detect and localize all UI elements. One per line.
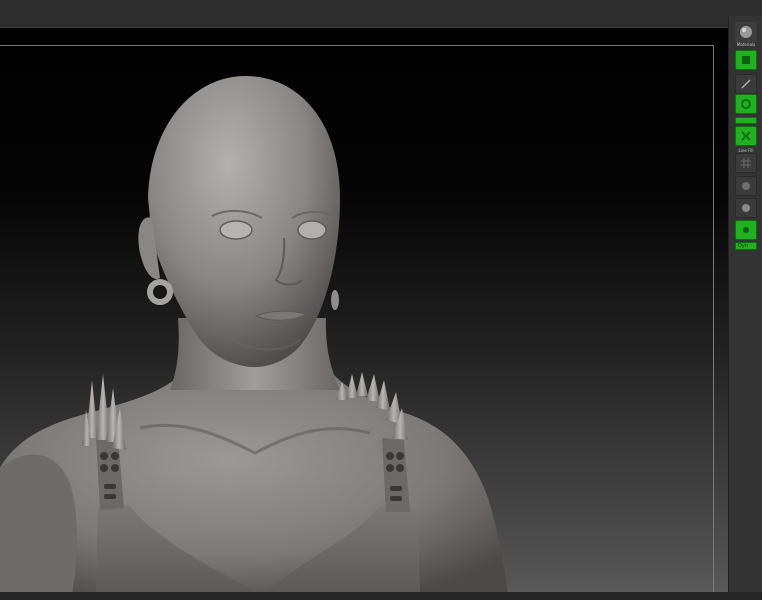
ear-gauge — [147, 279, 173, 305]
transparency-icon — [742, 182, 750, 190]
gizmo-tool[interactable] — [735, 94, 757, 114]
mode-indicator[interactable] — [735, 117, 757, 124]
draw-tool[interactable] — [735, 74, 757, 94]
left-spikes — [82, 374, 126, 450]
grid-icon — [741, 158, 751, 168]
torso — [0, 370, 508, 594]
edit-icon — [742, 56, 750, 64]
ghost-button[interactable] — [735, 198, 757, 218]
bottom-strip — [0, 592, 762, 600]
brush-icon — [741, 79, 751, 89]
line-fill-button[interactable] — [735, 153, 757, 173]
transp-tool[interactable] — [735, 176, 757, 196]
scale-tool[interactable] — [735, 126, 757, 146]
dyn-label: Dyn — [738, 243, 748, 249]
scale-icon — [741, 131, 751, 141]
dyn-button[interactable]: Dyn — [735, 242, 757, 250]
left-arm — [0, 454, 77, 594]
gizmo-button[interactable] — [735, 94, 757, 114]
right-shelf: Materials Line Fill Dyn — [728, 16, 762, 600]
solo-button[interactable] — [735, 220, 757, 240]
ghost-tool[interactable] — [735, 198, 757, 218]
draw-button[interactable] — [735, 74, 757, 94]
transp-button[interactable] — [735, 176, 757, 196]
ghost-icon — [742, 204, 750, 212]
solo-icon — [743, 227, 749, 233]
viewport-canvas[interactable] — [0, 28, 728, 594]
right-eye — [297, 220, 327, 240]
scale-button[interactable] — [735, 126, 757, 146]
sculpt-model[interactable] — [0, 28, 728, 594]
right-earring — [331, 290, 339, 310]
materials-label: Materials — [736, 42, 756, 47]
gizmo-icon — [741, 99, 751, 109]
edit-tool[interactable] — [735, 50, 757, 70]
left-eye — [219, 220, 253, 240]
edit-button[interactable] — [735, 50, 757, 70]
material-sphere-button[interactable] — [735, 22, 757, 42]
sphere-icon — [740, 26, 752, 38]
top-toolbar-strip — [0, 0, 762, 28]
material-sphere-tool[interactable]: Materials — [735, 22, 757, 47]
line-fill-tool[interactable]: Line Fill — [735, 148, 757, 173]
solo-tool[interactable] — [735, 220, 757, 240]
